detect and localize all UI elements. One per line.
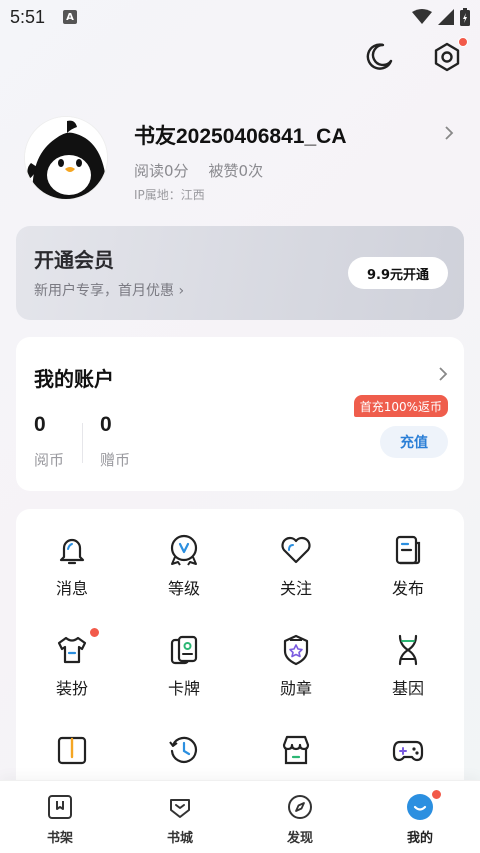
grid-item-publish[interactable]: 发布 [352, 509, 464, 609]
history-clock-icon [169, 736, 198, 763]
vip-subtitle[interactable]: 新用户专享，首月优惠 › [34, 280, 184, 300]
penguin-avatar-icon [25, 117, 107, 199]
grid-label: 发布 [391, 579, 424, 598]
top-actions [362, 37, 468, 74]
battery-icon [460, 8, 470, 26]
vip-open-button[interactable]: 9.9元开通 [348, 257, 448, 289]
bookshelf-icon [48, 795, 72, 819]
grid-label: 卡牌 [167, 679, 200, 698]
settings-hexagon-icon [434, 42, 460, 72]
avatar[interactable] [24, 116, 108, 200]
account-title[interactable]: 我的账户 [34, 363, 114, 392]
divider [82, 423, 83, 463]
status-time: 5:51 [10, 6, 46, 27]
profile-stats: 阅读0分 被赞0次 [134, 160, 263, 181]
nav-mine[interactable]: 我的 [360, 781, 480, 853]
store-icon [282, 735, 310, 765]
grid-item-cards[interactable]: 卡牌 [128, 609, 240, 709]
status-icons [412, 8, 470, 26]
chevron-right-icon[interactable] [444, 126, 454, 140]
level-badge-icon [170, 534, 198, 566]
cards-icon [170, 635, 198, 665]
nav-discover[interactable]: 发现 [240, 781, 360, 853]
username: 书友20250406841_CA [134, 125, 347, 148]
grid-item-level[interactable]: 等级 [128, 509, 240, 609]
signal-icon [438, 9, 454, 25]
chevron-right-icon[interactable] [438, 367, 448, 381]
bottom-nav: 书架 书城 发现 我的 [0, 780, 480, 853]
nav-bookstore[interactable]: 书城 [120, 781, 240, 853]
book-icon [57, 736, 87, 765]
bookstore-icon [170, 799, 190, 818]
gamepad-icon [392, 740, 424, 762]
status-bar: 5:51 A [0, 0, 480, 34]
grid-item-follow[interactable]: 关注 [240, 509, 352, 609]
coins-balance[interactable]: 0 阅币 [34, 413, 64, 470]
coins-label: 阅币 [34, 451, 65, 469]
tshirt-icon [57, 636, 87, 664]
grid-item-messages[interactable]: 消息 [16, 509, 128, 609]
settings-button[interactable] [430, 37, 468, 74]
gift-coins-balance[interactable]: 0 赠币 [100, 413, 130, 470]
heart-icon [281, 536, 311, 564]
notification-icon: A [63, 10, 78, 24]
account-card: 我的账户 0 阅币 0 赠币 首充100%返币 充值 [16, 337, 464, 491]
nav-bookshelf[interactable]: 书架 [0, 781, 120, 853]
outfit-badge [89, 627, 100, 638]
vip-card[interactable]: 开通会员 新用户专享，首月优惠 › 9.9元开通 [16, 226, 464, 320]
bell-icon [59, 538, 85, 565]
coins-value: 0 [34, 413, 46, 436]
recharge-promo-badge: 首充100%返币 [353, 395, 448, 417]
publish-document-icon [395, 535, 421, 565]
ip-location: IP属地：江西 [134, 188, 205, 202]
grid-label: 等级 [167, 579, 200, 598]
nav-label: 发现 [286, 831, 313, 846]
vip-title: 开通会员 [34, 248, 114, 272]
nav-label: 书架 [46, 831, 73, 846]
grid-label: 关注 [279, 579, 312, 598]
grid-label: 装扮 [55, 679, 88, 698]
nav-label: 书城 [166, 831, 193, 846]
compass-icon [288, 795, 312, 819]
mine-badge [431, 789, 442, 800]
likes-count: 被赞0次 [208, 162, 264, 180]
grid-item-genes[interactable]: 基因 [352, 609, 464, 709]
mine-smile-icon [407, 794, 433, 820]
gift-label: 赠币 [100, 451, 131, 469]
settings-badge [458, 37, 468, 47]
dna-icon [398, 634, 418, 666]
wifi-icon [412, 9, 432, 24]
night-mode-button[interactable] [362, 40, 396, 74]
profile-header[interactable]: 书友20250406841_CA 阅读0分 被赞0次 IP属地：江西 [24, 116, 464, 206]
grid-label: 基因 [391, 679, 424, 698]
gift-value: 0 [100, 413, 112, 436]
medal-shield-icon [283, 634, 309, 666]
grid-label: 消息 [55, 579, 88, 598]
nav-label: 我的 [406, 831, 433, 846]
recharge-button[interactable]: 充值 [380, 426, 448, 458]
grid-label: 勋章 [279, 679, 312, 698]
grid-item-outfit[interactable]: 装扮 [16, 609, 128, 709]
moon-icon [366, 43, 393, 70]
reads-count: 阅读0分 [134, 162, 189, 180]
feature-grid: 消息 等级 关注 发布 装扮 卡牌 勋章 基因 [16, 509, 464, 809]
grid-item-medals[interactable]: 勋章 [240, 609, 352, 709]
